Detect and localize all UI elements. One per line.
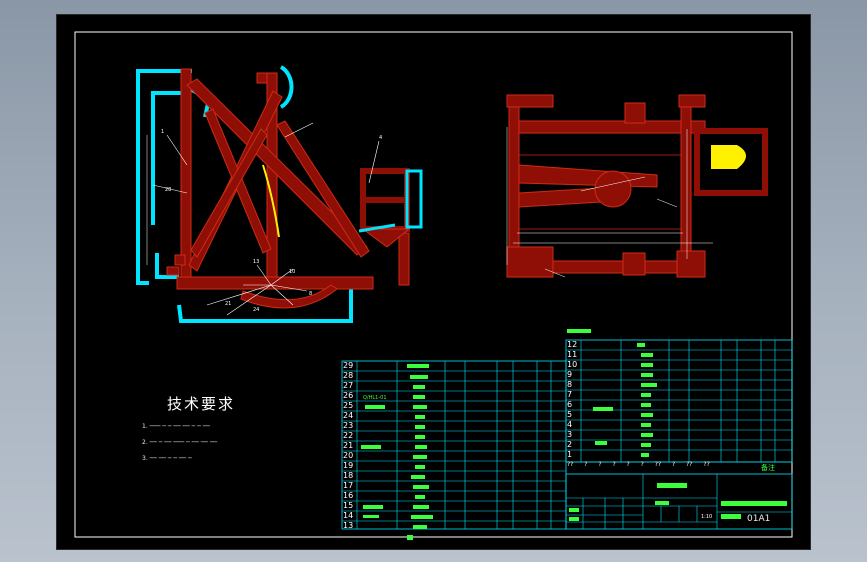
left-row-number-28: 28 xyxy=(343,371,354,380)
svg-text:1: 1 xyxy=(161,129,164,135)
cad-viewport[interactable]: 1 28 4 13 10 21 24 8 技术要求 1. ─── ─ ─ ── … xyxy=(56,14,811,550)
right-row-number-11: 11 xyxy=(567,350,578,359)
top-view xyxy=(506,94,768,278)
left-row-number-13: 13 xyxy=(343,521,354,530)
left-row-number-15: 15 xyxy=(343,501,354,510)
right-row-number-1: 1 xyxy=(567,450,573,459)
side-view: 1 28 4 13 10 21 24 8 xyxy=(136,65,423,323)
parts-list-right-note: 备注 xyxy=(761,464,775,472)
tech-note-1: 1. ─── ─ ─ ── ── ─ ─ ── xyxy=(142,423,210,430)
right-row-number-12: 12 xyxy=(567,340,578,349)
left-row-number-24: 24 xyxy=(343,411,354,420)
tech-note-2: 2. ── ─ ── ─── ─ ── ── ── xyxy=(142,439,218,446)
left-row-number-27: 27 xyxy=(343,381,354,390)
left-row-number-19: 19 xyxy=(343,461,354,470)
svg-text:28: 28 xyxy=(165,187,171,193)
svg-text:10: 10 xyxy=(289,269,295,275)
left-row-number-21: 21 xyxy=(343,441,354,450)
left-row-number-26: 26 xyxy=(343,391,354,400)
parts-list-left-code: Q/HL1-01 xyxy=(363,395,387,401)
drawing-number: 01A1 xyxy=(747,514,771,524)
technical-requirements-title: 技术要求 xyxy=(167,395,236,413)
left-row-number-22: 22 xyxy=(343,431,354,440)
left-row-number-14: 14 xyxy=(343,511,354,520)
left-row-number-17: 17 xyxy=(343,481,354,490)
parts-list-right xyxy=(565,329,793,463)
left-row-number-29: 29 xyxy=(343,361,354,370)
left-row-number-16: 16 xyxy=(343,491,354,500)
scale-label: 1:10 xyxy=(701,514,713,520)
left-row-number-18: 18 xyxy=(343,471,354,480)
right-row-number-8: 8 xyxy=(567,380,573,389)
cad-drawing: 1 28 4 13 10 21 24 8 xyxy=(74,31,793,540)
left-row-number-25: 25 xyxy=(343,401,354,410)
right-row-number-2: 2 xyxy=(567,440,573,449)
right-row-number-10: 10 xyxy=(567,360,578,369)
tech-note-3: 3. ── ── ─ ─ ── ─ xyxy=(142,455,192,462)
parts-list-left xyxy=(341,360,567,540)
svg-text:21: 21 xyxy=(225,301,231,307)
left-row-number-23: 23 xyxy=(343,421,354,430)
right-row-number-4: 4 xyxy=(567,420,573,429)
svg-text:24: 24 xyxy=(253,307,259,313)
svg-text:4: 4 xyxy=(379,135,382,141)
right-row-number-7: 7 xyxy=(567,390,573,399)
svg-text:13: 13 xyxy=(253,259,259,265)
svg-text:8: 8 xyxy=(309,291,312,297)
parts-list-right-bottom-marks: ?? ? ? ? ? ? ?? ? ?? ?? xyxy=(567,461,710,468)
right-row-number-3: 3 xyxy=(567,430,573,439)
left-row-number-20: 20 xyxy=(343,451,354,460)
parts-list-right-numbers: 12 11 10 9 8 7 6 5 4 3 2 1 xyxy=(567,340,581,460)
right-row-number-6: 6 xyxy=(567,400,573,409)
right-row-number-5: 5 xyxy=(567,410,573,419)
parts-list-left-numbers: 29 28 27 26 25 24 23 22 21 20 19 18 17 16 15 14 13 xyxy=(343,361,357,531)
right-row-number-9: 9 xyxy=(567,370,573,379)
